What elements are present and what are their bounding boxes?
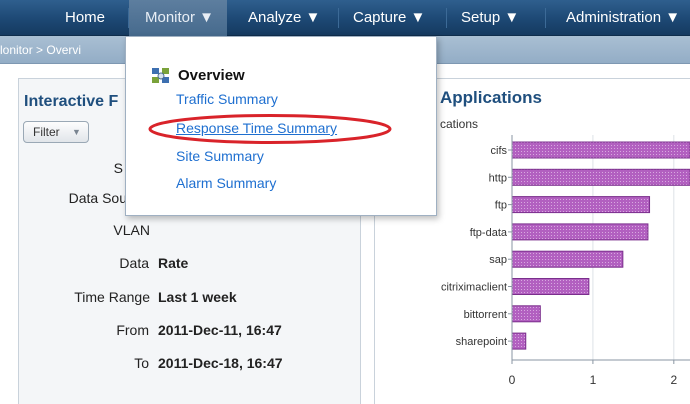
- filter-label: Filter: [33, 125, 60, 139]
- field-value-data: Rate: [158, 255, 189, 271]
- highlight-annotation: [148, 114, 392, 144]
- menu-item-traffic-summary[interactable]: Traffic Summary: [176, 91, 278, 107]
- nav-divider: [446, 8, 447, 28]
- y-tick-label: sharepoint: [456, 336, 507, 348]
- field-label-time-range: Time Range: [74, 289, 150, 305]
- field-label-data: Data: [119, 255, 149, 271]
- nav-setup[interactable]: Setup ▼: [461, 0, 519, 36]
- y-tick-label: bittorrent: [464, 309, 507, 321]
- field-value-to: 2011-Dec-18, 16:47: [158, 355, 283, 371]
- y-tick-label: citriximaclient: [441, 282, 507, 294]
- x-tick-label: 1: [590, 373, 597, 387]
- bar-bittorrent[interactable]: [511, 305, 541, 323]
- field-label-from: From: [116, 322, 149, 338]
- field-value-time-range: Last 1 week: [158, 289, 237, 305]
- chevron-down-icon: ▼: [72, 127, 81, 137]
- top-nav-bar: Home Monitor ▼ Analyze ▼ Capture ▼ Setup…: [0, 0, 690, 36]
- menu-item-alarm-summary[interactable]: Alarm Summary: [176, 175, 276, 191]
- bar-http[interactable]: [511, 168, 690, 186]
- nav-home[interactable]: Home: [65, 0, 105, 36]
- y-tick-label: ftp: [495, 200, 507, 212]
- x-tick-label: 2: [670, 373, 677, 387]
- filter-button[interactable]: Filter ▼: [23, 121, 89, 143]
- applications-title: Applications: [440, 88, 543, 107]
- bar-cifs[interactable]: [511, 141, 690, 159]
- nav-administration[interactable]: Administration ▼: [566, 0, 680, 36]
- field-value-from: 2011-Dec-11, 16:47: [158, 322, 282, 338]
- overview-heading[interactable]: Overview: [178, 67, 245, 84]
- y-tick-label: sap: [489, 254, 507, 266]
- applications-subtitle: cations: [440, 117, 479, 131]
- bar-sap[interactable]: [511, 250, 624, 268]
- bar-sharepoint[interactable]: [511, 332, 527, 350]
- field-label-to: To: [134, 355, 149, 371]
- field-label-vlan: VLAN: [113, 222, 150, 238]
- field-label-site: S: [113, 160, 123, 176]
- panel-title: Interactive F: [24, 93, 119, 110]
- y-tick-label: cifs: [491, 145, 508, 157]
- bar-ftp-data[interactable]: [511, 223, 649, 241]
- y-tick-label: http: [489, 172, 507, 184]
- overview-grid-icon: [152, 68, 169, 83]
- breadcrumb-text[interactable]: lonitor > Overvi: [0, 43, 81, 57]
- menu-item-site-summary[interactable]: Site Summary: [176, 148, 264, 164]
- bar-ftp[interactable]: [511, 196, 651, 214]
- nav-divider: [545, 8, 546, 28]
- nav-divider: [338, 8, 339, 28]
- field-label-data-source: Data Sou: [68, 190, 127, 206]
- x-tick-label: 0: [509, 373, 516, 387]
- nav-monitor[interactable]: Monitor ▼: [129, 0, 227, 36]
- y-tick-label: ftp-data: [470, 227, 508, 239]
- bar-citriximaclient[interactable]: [511, 278, 590, 295]
- nav-analyze[interactable]: Analyze ▼: [248, 0, 320, 36]
- nav-capture[interactable]: Capture ▼: [353, 0, 425, 36]
